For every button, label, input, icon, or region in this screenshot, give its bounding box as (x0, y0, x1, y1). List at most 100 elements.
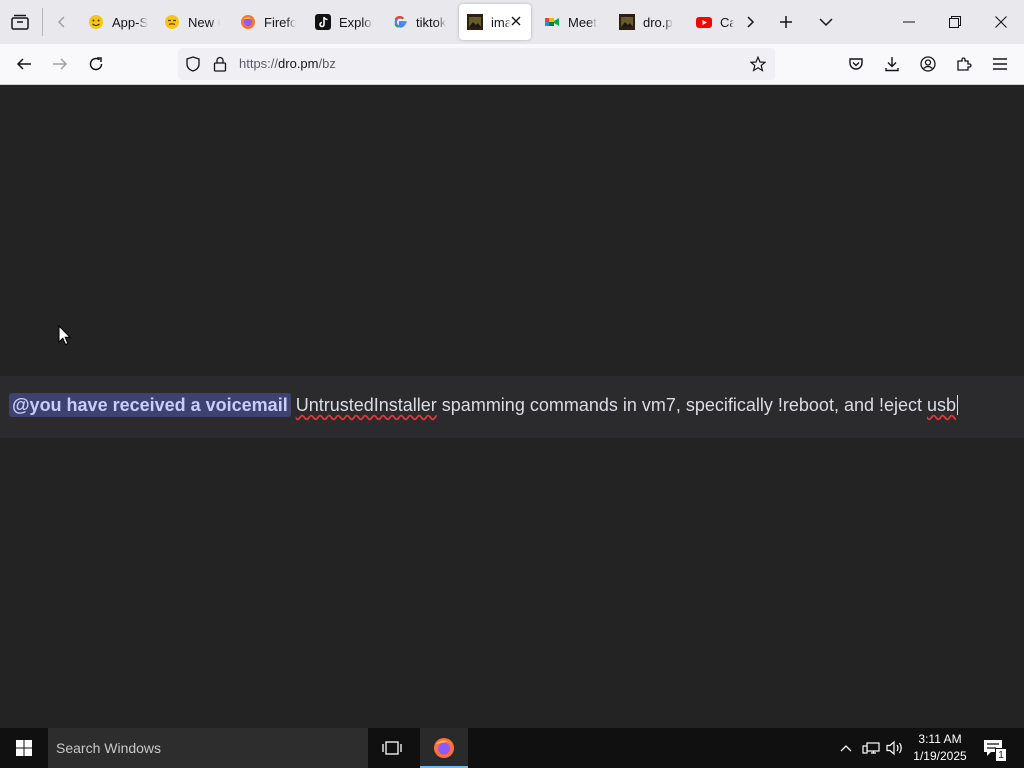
tab-label: tiktok (416, 14, 447, 30)
account-button[interactable] (912, 48, 944, 80)
tab-label: Firefo (264, 14, 296, 30)
tab-label: ima (491, 14, 511, 30)
taskbar: Search Windows 3:11 AM 1/19/2025 1 (0, 728, 1024, 768)
forward-button[interactable] (44, 48, 76, 80)
tab-overview-button[interactable] (4, 6, 36, 38)
scroll-tabs-right-button[interactable] (734, 6, 766, 38)
image-icon (619, 14, 635, 30)
speaker-icon (886, 740, 902, 756)
emoji-icon (164, 14, 180, 30)
app-menu-button[interactable] (984, 48, 1016, 80)
volume-button[interactable] (884, 728, 906, 768)
close-icon (511, 16, 521, 26)
mouse-cursor (58, 325, 71, 346)
network-icon (862, 742, 880, 754)
url-path: /bz (318, 56, 336, 71)
tab-label: Explor (339, 14, 373, 30)
divider (42, 8, 43, 36)
lock-icon[interactable] (213, 56, 227, 72)
restore-button[interactable] (932, 0, 978, 44)
account-icon (920, 56, 936, 72)
download-icon (885, 57, 899, 72)
url-prefix: https:// (239, 56, 279, 71)
tab-label: dro.p (643, 14, 673, 30)
page-content: @you have received a voicemail Untrusted… (0, 85, 1024, 727)
arrow-right-icon (53, 58, 68, 70)
pocket-icon (849, 58, 863, 70)
task-view-button[interactable] (372, 728, 412, 768)
minimize-icon (903, 21, 915, 23)
firefox-icon (434, 738, 454, 758)
network-button[interactable] (860, 728, 882, 768)
navigation-toolbar: https://dro.pm/bz (0, 44, 1024, 85)
bookmark-star-button[interactable] (750, 56, 766, 72)
tab-firefox[interactable]: Firefo (232, 4, 296, 40)
reload-button[interactable] (80, 48, 112, 80)
tab-label: App-S (112, 14, 149, 30)
chevron-up-icon (840, 745, 852, 752)
close-tab-button[interactable] (509, 14, 523, 28)
chevron-down-icon (819, 18, 833, 27)
mention-text[interactable]: @you have received a voicemail (9, 393, 291, 417)
taskbar-firefox[interactable] (420, 728, 468, 768)
tab-explore[interactable]: Explor (307, 4, 373, 40)
chevron-right-icon (747, 16, 755, 28)
emoji-icon (88, 14, 104, 30)
text-caret (957, 395, 959, 415)
windows-logo-icon (16, 740, 32, 756)
hamburger-menu-icon (993, 58, 1007, 70)
meet-icon (544, 14, 560, 30)
message-text[interactable]: @you have received a voicemail Untrusted… (9, 393, 959, 417)
notification-badge: 1 (995, 748, 1007, 762)
tab-label: Cav (720, 14, 734, 30)
tab-tiktok[interactable]: tiktok (384, 4, 450, 40)
tab-app-s[interactable]: App-S (80, 4, 150, 40)
puzzle-icon (957, 57, 972, 71)
tab-youtube[interactable]: Cav (688, 4, 734, 40)
reload-icon (89, 57, 103, 71)
google-icon (392, 14, 408, 30)
tab-list-icon (11, 14, 29, 30)
restore-icon (949, 16, 961, 28)
plus-icon (780, 16, 792, 28)
tab-image-active[interactable]: ima (459, 4, 531, 40)
task-view-icon (382, 741, 402, 755)
address-bar[interactable]: https://dro.pm/bz (178, 48, 775, 80)
tiktok-icon (315, 14, 331, 30)
new-tab-button[interactable] (770, 6, 802, 38)
arrow-cursor-icon (58, 325, 71, 346)
downloads-button[interactable] (876, 48, 908, 80)
show-hidden-icons-button[interactable] (838, 728, 854, 768)
action-center-button[interactable]: 1 (978, 728, 1008, 768)
close-icon (995, 16, 1007, 28)
message-body: spamming commands in vm7, specifically !… (436, 395, 928, 415)
taskbar-search-box[interactable]: Search Windows (48, 728, 368, 768)
misspelled-word: UntrustedInstaller (295, 395, 437, 415)
close-window-button[interactable] (978, 0, 1024, 44)
back-button[interactable] (8, 48, 40, 80)
minimize-button[interactable] (886, 0, 932, 44)
youtube-icon (696, 14, 712, 30)
list-all-tabs-button[interactable] (810, 6, 842, 38)
clock-date: 1/19/2025 (913, 749, 967, 763)
tracking-protection-shield-icon[interactable] (185, 56, 201, 72)
scroll-tabs-left-button[interactable] (46, 6, 78, 38)
tab-dro-pm[interactable]: dro.p (611, 4, 675, 40)
tab-label: New C (188, 14, 220, 30)
pocket-button[interactable] (840, 48, 872, 80)
tab-label: Meet (568, 14, 597, 30)
misspelled-word: usb (927, 395, 957, 415)
start-button[interactable] (0, 728, 48, 768)
url-text: https://dro.pm/bz (239, 56, 336, 71)
star-icon (750, 56, 766, 72)
firefox-icon (240, 14, 256, 30)
extensions-button[interactable] (948, 48, 980, 80)
system-clock[interactable]: 3:11 AM 1/19/2025 (909, 731, 971, 765)
chevron-left-icon (57, 16, 65, 28)
tab-meet[interactable]: Meet (536, 4, 606, 40)
url-host: dro.pm (278, 56, 319, 71)
tab-strip: App-S New C Firefo Explor tiktok ima Mee… (0, 0, 1024, 44)
image-icon (467, 14, 483, 30)
tab-new-c[interactable]: New C (156, 4, 220, 40)
arrow-left-icon (16, 58, 31, 70)
